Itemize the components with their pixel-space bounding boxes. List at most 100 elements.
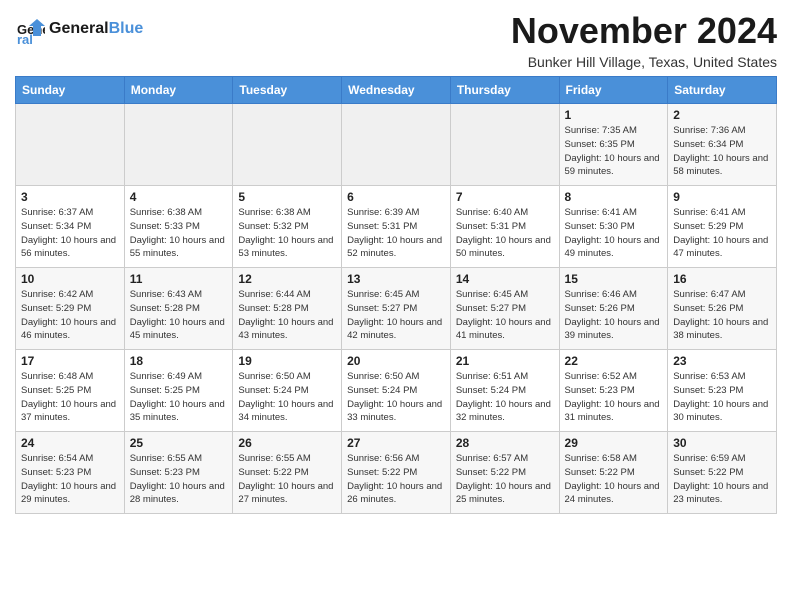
month-title: November 2024 — [511, 10, 777, 52]
day-number: 13 — [347, 272, 445, 286]
day-number: 3 — [21, 190, 119, 204]
title-block: November 2024 Bunker Hill Village, Texas… — [511, 10, 777, 70]
calendar-cell: 15 Sunrise: 6:46 AM Sunset: 5:26 PM Dayli… — [559, 268, 668, 350]
day-number: 14 — [456, 272, 554, 286]
day-number: 23 — [673, 354, 771, 368]
calendar-table: SundayMondayTuesdayWednesdayThursdayFrid… — [15, 76, 777, 514]
calendar-cell — [16, 104, 125, 186]
day-number: 6 — [347, 190, 445, 204]
day-number: 26 — [238, 436, 336, 450]
day-info: Sunrise: 6:58 AM Sunset: 5:22 PM Dayligh… — [565, 452, 663, 507]
calendar-cell: 3 Sunrise: 6:37 AM Sunset: 5:34 PM Daylig… — [16, 186, 125, 268]
calendar-cell: 12Sunrise: 6:44 AM Sunset: 5:28 PM Dayli… — [233, 268, 342, 350]
day-info: Sunrise: 6:48 AM Sunset: 5:25 PM Dayligh… — [21, 370, 119, 425]
calendar-cell: 22 Sunrise: 6:52 AM Sunset: 5:23 PM Dayli… — [559, 350, 668, 432]
day-number: 25 — [130, 436, 228, 450]
day-info: Sunrise: 6:53 AM Sunset: 5:23 PM Dayligh… — [673, 370, 771, 425]
day-number: 24 — [21, 436, 119, 450]
calendar-cell: 4Sunrise: 6:38 AM Sunset: 5:33 PM Daylig… — [124, 186, 233, 268]
day-info: Sunrise: 6:59 AM Sunset: 5:22 PM Dayligh… — [673, 452, 771, 507]
day-info: Sunrise: 6:47 AM Sunset: 5:26 PM Dayligh… — [673, 288, 771, 343]
day-number: 20 — [347, 354, 445, 368]
calendar-cell: 10 Sunrise: 6:42 AM Sunset: 5:29 PM Dayli… — [16, 268, 125, 350]
day-number: 21 — [456, 354, 554, 368]
weekday-header: Tuesday — [233, 77, 342, 104]
day-info: Sunrise: 6:54 AM Sunset: 5:23 PM Dayligh… — [21, 452, 119, 507]
day-number: 17 — [21, 354, 119, 368]
calendar-cell: 25 Sunrise: 6:55 AM Sunset: 5:23 PM Dayli… — [124, 432, 233, 514]
calendar-cell — [233, 104, 342, 186]
calendar-cell: 2 Sunrise: 7:36 AM Sunset: 6:34 PM Daylig… — [668, 104, 777, 186]
day-number: 18 — [130, 354, 228, 368]
calendar-cell: 14 Sunrise: 6:45 AM Sunset: 5:27 PM Dayli… — [450, 268, 559, 350]
day-info: Sunrise: 6:42 AM Sunset: 5:29 PM Dayligh… — [21, 288, 119, 343]
day-info: Sunrise: 6:37 AM Sunset: 5:34 PM Dayligh… — [21, 206, 119, 261]
day-info: Sunrise: 6:56 AM Sunset: 5:22 PM Dayligh… — [347, 452, 445, 507]
weekday-header: Sunday — [16, 77, 125, 104]
calendar-week-row: 3 Sunrise: 6:37 AM Sunset: 5:34 PM Daylig… — [16, 186, 777, 268]
calendar-cell: 13 Sunrise: 6:45 AM Sunset: 5:27 PM Dayli… — [342, 268, 451, 350]
calendar-cell: 17 Sunrise: 6:48 AM Sunset: 5:25 PM Dayli… — [16, 350, 125, 432]
logo: Gene ral GeneralBlue — [15, 14, 143, 44]
calendar-week-row: 24 Sunrise: 6:54 AM Sunset: 5:23 PM Dayli… — [16, 432, 777, 514]
calendar-cell: 29 Sunrise: 6:58 AM Sunset: 5:22 PM Dayli… — [559, 432, 668, 514]
calendar-week-row: 10 Sunrise: 6:42 AM Sunset: 5:29 PM Dayli… — [16, 268, 777, 350]
svg-text:ral: ral — [17, 32, 33, 44]
day-number: 12 — [238, 272, 336, 286]
calendar-cell: 27 Sunrise: 6:56 AM Sunset: 5:22 PM Dayli… — [342, 432, 451, 514]
day-info: Sunrise: 6:45 AM Sunset: 5:27 PM Dayligh… — [456, 288, 554, 343]
day-number: 10 — [21, 272, 119, 286]
day-info: Sunrise: 7:36 AM Sunset: 6:34 PM Dayligh… — [673, 124, 771, 179]
day-number: 15 — [565, 272, 663, 286]
calendar-cell: 23 Sunrise: 6:53 AM Sunset: 5:23 PM Dayli… — [668, 350, 777, 432]
day-info: Sunrise: 6:46 AM Sunset: 5:26 PM Dayligh… — [565, 288, 663, 343]
day-number: 22 — [565, 354, 663, 368]
day-info: Sunrise: 6:41 AM Sunset: 5:30 PM Dayligh… — [565, 206, 663, 261]
day-info: Sunrise: 6:50 AM Sunset: 5:24 PM Dayligh… — [347, 370, 445, 425]
day-number: 9 — [673, 190, 771, 204]
calendar-cell: 24 Sunrise: 6:54 AM Sunset: 5:23 PM Dayli… — [16, 432, 125, 514]
calendar-week-row: 1 Sunrise: 7:35 AM Sunset: 6:35 PM Daylig… — [16, 104, 777, 186]
calendar-week-row: 17 Sunrise: 6:48 AM Sunset: 5:25 PM Dayli… — [16, 350, 777, 432]
calendar-cell: 19Sunrise: 6:50 AM Sunset: 5:24 PM Dayli… — [233, 350, 342, 432]
weekday-header: Saturday — [668, 77, 777, 104]
day-number: 28 — [456, 436, 554, 450]
day-number: 16 — [673, 272, 771, 286]
day-info: Sunrise: 6:57 AM Sunset: 5:22 PM Dayligh… — [456, 452, 554, 507]
day-info: Sunrise: 6:55 AM Sunset: 5:22 PM Dayligh… — [238, 452, 336, 507]
day-info: Sunrise: 6:49 AM Sunset: 5:25 PM Dayligh… — [130, 370, 228, 425]
calendar-body: 1 Sunrise: 7:35 AM Sunset: 6:35 PM Daylig… — [16, 104, 777, 514]
calendar-cell — [124, 104, 233, 186]
day-number: 4 — [130, 190, 228, 204]
day-number: 1 — [565, 108, 663, 122]
page-header: Gene ral GeneralBlue November 2024 Bunke… — [15, 10, 777, 70]
day-info: Sunrise: 6:55 AM Sunset: 5:23 PM Dayligh… — [130, 452, 228, 507]
day-info: Sunrise: 7:35 AM Sunset: 6:35 PM Dayligh… — [565, 124, 663, 179]
weekday-header: Thursday — [450, 77, 559, 104]
day-info: Sunrise: 6:52 AM Sunset: 5:23 PM Dayligh… — [565, 370, 663, 425]
day-number: 29 — [565, 436, 663, 450]
day-number: 2 — [673, 108, 771, 122]
day-info: Sunrise: 6:40 AM Sunset: 5:31 PM Dayligh… — [456, 206, 554, 261]
calendar-cell: 11Sunrise: 6:43 AM Sunset: 5:28 PM Dayli… — [124, 268, 233, 350]
logo-blue: Blue — [109, 20, 144, 37]
day-number: 19 — [238, 354, 336, 368]
calendar-cell: 6 Sunrise: 6:39 AM Sunset: 5:31 PM Daylig… — [342, 186, 451, 268]
day-info: Sunrise: 6:39 AM Sunset: 5:31 PM Dayligh… — [347, 206, 445, 261]
calendar-cell: 28 Sunrise: 6:57 AM Sunset: 5:22 PM Dayli… — [450, 432, 559, 514]
weekday-header: Monday — [124, 77, 233, 104]
calendar-cell — [342, 104, 451, 186]
day-number: 27 — [347, 436, 445, 450]
calendar-cell: 9Sunrise: 6:41 AM Sunset: 5:29 PM Daylig… — [668, 186, 777, 268]
calendar-cell: 7Sunrise: 6:40 AM Sunset: 5:31 PM Daylig… — [450, 186, 559, 268]
calendar-cell: 16 Sunrise: 6:47 AM Sunset: 5:26 PM Dayli… — [668, 268, 777, 350]
day-number: 5 — [238, 190, 336, 204]
location-title: Bunker Hill Village, Texas, United State… — [511, 54, 777, 70]
calendar-cell: 21Sunrise: 6:51 AM Sunset: 5:24 PM Dayli… — [450, 350, 559, 432]
weekday-header: Friday — [559, 77, 668, 104]
calendar-cell: 1 Sunrise: 7:35 AM Sunset: 6:35 PM Daylig… — [559, 104, 668, 186]
day-info: Sunrise: 6:45 AM Sunset: 5:27 PM Dayligh… — [347, 288, 445, 343]
calendar-cell: 8Sunrise: 6:41 AM Sunset: 5:30 PM Daylig… — [559, 186, 668, 268]
day-number: 11 — [130, 272, 228, 286]
calendar-cell: 5Sunrise: 6:38 AM Sunset: 5:32 PM Daylig… — [233, 186, 342, 268]
